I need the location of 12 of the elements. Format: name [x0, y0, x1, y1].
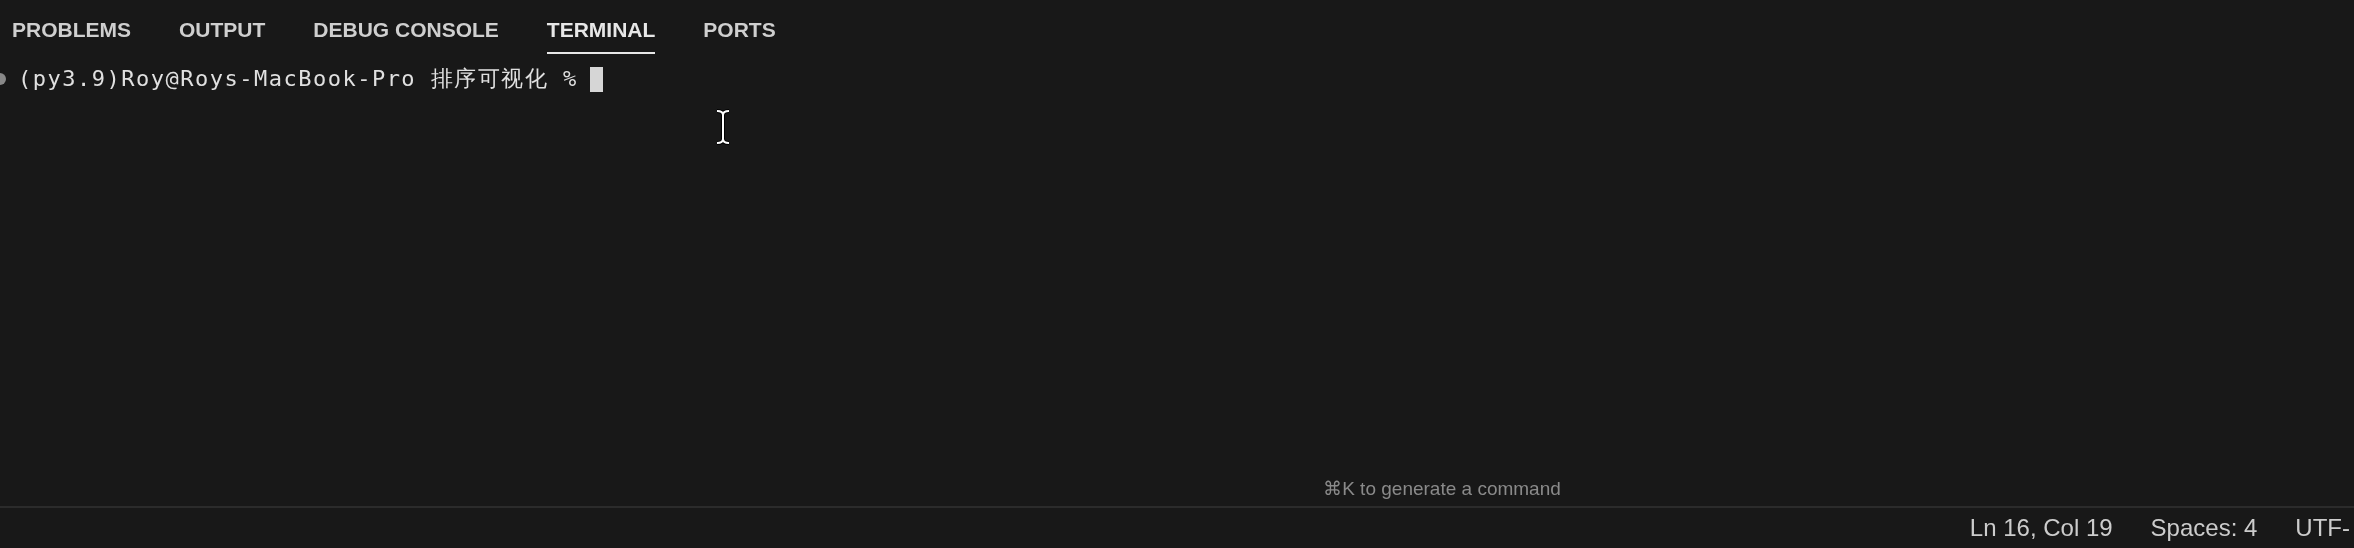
panel-tab[interactable]: PORTS [703, 0, 776, 54]
panel-tab[interactable]: PROBLEMS [12, 0, 131, 54]
status-item[interactable]: UTF- [2295, 514, 2350, 542]
panel-tab[interactable]: TERMINAL [546, 0, 656, 54]
text-cursor-icon [715, 109, 731, 145]
panel-tab[interactable]: OUTPUT [179, 0, 266, 54]
generate-command-hint: ⌘K to generate a command [1323, 477, 1561, 500]
status-item[interactable]: Ln 16, Col 19 [1969, 514, 2113, 542]
terminal-cursor [589, 66, 603, 92]
status-item[interactable]: Spaces: 4 [2150, 514, 2258, 542]
panel-tab[interactable]: DEBUG CONSOLE [313, 0, 499, 54]
terminal-prompt: (py3.9)Roy@Roys-MacBook-Pro 排序可视化 % [18, 65, 578, 93]
